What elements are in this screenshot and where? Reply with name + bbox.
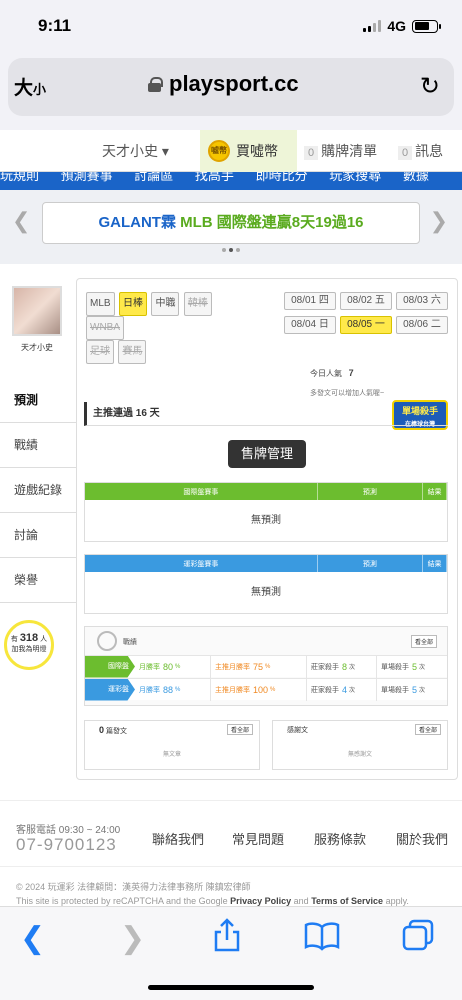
nav-item[interactable]: 即時比分 — [256, 172, 308, 183]
nav-item[interactable]: 預測賽事 — [61, 172, 113, 183]
league-tag[interactable]: MLB — [86, 292, 115, 316]
avatar — [12, 286, 62, 336]
league-tag[interactable]: 韓棒 — [183, 292, 212, 316]
footer-link[interactable]: 服務條款 — [314, 829, 366, 848]
carousel-dots — [222, 248, 240, 252]
record-title: 戰績 — [123, 639, 137, 646]
date-tab[interactable]: 08/06 二 — [396, 316, 448, 334]
share-icon[interactable] — [212, 917, 242, 961]
side-menu-game-log[interactable]: 遊戲紀錄 — [0, 468, 76, 513]
date-tab[interactable]: 08/05 一 — [340, 316, 392, 334]
network-label: 4G — [387, 18, 406, 34]
nav-item[interactable]: 討論區 — [134, 172, 173, 183]
sell-manage-tooltip[interactable]: 售牌管理 — [228, 440, 306, 468]
nav-item[interactable]: 玩家搜尋 — [329, 172, 381, 183]
cart-link[interactable]: 0 購牌清單 — [304, 141, 377, 161]
target-icon — [97, 631, 117, 651]
url-display[interactable]: playsport.cc — [148, 71, 299, 97]
status-icons: 4G — [363, 18, 441, 34]
empty-state: 無預測 — [251, 515, 281, 526]
site-top-nav: 天才小史 ▾ 噓幣 買噓幣 0 購牌清單 0 訊息 — [0, 130, 462, 172]
lock-icon — [148, 76, 163, 92]
footer-legal: © 2024 玩運彩 法律顧問：漢英得力法律事務所 陳鎮宏律師 This sit… — [0, 866, 462, 910]
view-all-button[interactable]: 看全部 — [410, 635, 437, 648]
side-menu-predict[interactable]: 預測 — [0, 378, 76, 423]
record-row: 國際盤 月勝率 80% 主推月勝率 75% 莊家殺手 8 次 單場殺手 5 次 — [85, 655, 447, 678]
chevron-left-icon[interactable]: ❮ — [12, 208, 30, 234]
streak-title: 主推連過 16 天 — [84, 402, 448, 426]
service-hours: 客服電話 09:30 ~ 24:00 — [16, 825, 121, 836]
date-tab[interactable]: 08/04 日 — [284, 316, 336, 334]
posts-box: 0 篇發文 看全部 無文章 — [84, 720, 260, 770]
browser-address-area: 大小 playsport.cc ↻ — [0, 54, 462, 130]
service-phone[interactable]: 07-9700123 — [16, 835, 117, 855]
add-popularity-note: 多發文可以增加人氣喔~ — [310, 390, 385, 397]
side-menu-discuss[interactable]: 討論 — [0, 513, 76, 558]
bookmarks-icon[interactable] — [304, 921, 340, 959]
reload-icon[interactable]: ↻ — [420, 72, 440, 101]
thanks-box: 感謝文 看全部 無感謝文 — [272, 720, 448, 770]
footer-link[interactable]: 關於我們 — [396, 829, 448, 848]
main-nav-strip: 玩規則 預測賽事 討論區 找高手 即時比分 玩家搜尋 數據 — [0, 172, 462, 190]
copyright: © 2024 玩運彩 法律顧問：漢英得力法律事務所 陳鎮宏律師 — [16, 882, 251, 892]
messages-link[interactable]: 0 訊息 — [398, 141, 443, 161]
league-tag[interactable]: 足球 — [86, 340, 114, 364]
signal-icon — [363, 20, 382, 32]
empty-state: 無預測 — [251, 587, 281, 598]
nav-item[interactable]: 數據 — [403, 172, 429, 183]
league-tag[interactable]: WNBA — [86, 316, 124, 340]
view-all-button[interactable]: 看全部 — [226, 724, 253, 735]
promo-banner: ❮ GALANT霖 MLB 國際盤連贏8天19過16 ❯ — [0, 190, 462, 264]
privacy-link[interactable]: Privacy Policy — [230, 896, 291, 906]
popularity: 今日人氣 7 — [310, 368, 354, 378]
side-menu: 預測 戰績 遊戲紀錄 討論 榮譽 — [0, 378, 76, 603]
banner-card[interactable]: GALANT霖 MLB 國際盤連贏8天19過16 — [42, 202, 420, 244]
view-all-button[interactable]: 看全部 — [414, 724, 441, 735]
record-row: 運彩盤 月勝率 88% 主推月勝率 100% 莊家殺手 4 次 單場殺手 5 次 — [85, 678, 447, 701]
text-size-button[interactable]: 大小 — [14, 73, 46, 100]
nav-item[interactable]: 找高手 — [195, 172, 234, 183]
status-time: 9:11 — [38, 16, 72, 35]
home-indicator — [148, 985, 314, 990]
chevron-right-icon[interactable]: ❯ — [430, 208, 448, 234]
coin-icon: 噓幣 — [208, 140, 230, 162]
status-bar: 9:11 4G — [0, 0, 462, 54]
battery-icon — [412, 19, 441, 33]
footer-link[interactable]: 聯絡我們 — [152, 829, 204, 848]
terms-link[interactable]: Terms of Service — [311, 896, 383, 906]
date-tab[interactable]: 08/03 六 — [396, 292, 448, 310]
league-tag[interactable]: 中職 — [151, 292, 180, 316]
profile-name: 天才小史 — [21, 343, 53, 352]
profile-card[interactable]: 天才小史 — [4, 282, 70, 372]
intl-prediction-table: 國際盤賽事 預測 結果 無預測 — [84, 482, 448, 542]
back-icon[interactable]: ❮ — [20, 921, 45, 956]
footer-contact: 客服電話 09:30 ~ 24:00 07-9700123 聯絡我們 常見問題 … — [0, 800, 462, 866]
nav-item[interactable]: 玩規則 — [0, 172, 39, 183]
date-tab[interactable]: 08/01 四 — [284, 292, 336, 310]
date-tab[interactable]: 08/02 五 — [340, 292, 392, 310]
tabs-icon[interactable] — [402, 919, 434, 959]
side-menu-record[interactable]: 戰績 — [0, 423, 76, 468]
recaptcha-note: This site is protected by reCAPTCHA and … — [16, 896, 409, 906]
forward-icon[interactable]: ❯ — [120, 921, 145, 956]
record-box: 戰績 看全部 國際盤 月勝率 80% 主推月勝率 75% 莊家殺手 8 次 單場殺手 5 次… — [84, 626, 448, 706]
side-menu-honor[interactable]: 榮譽 — [0, 558, 76, 603]
fan-count-bulb[interactable]: 有 318 人加我為明燈 — [4, 620, 54, 670]
league-tag[interactable]: 賽馬 — [118, 340, 147, 364]
user-menu[interactable]: 天才小史 ▾ — [102, 141, 169, 161]
league-tag[interactable]: 日棒 — [119, 292, 148, 316]
footer-link[interactable]: 常見問題 — [232, 829, 284, 848]
buy-coins-button[interactable]: 噓幣 買噓幣 — [200, 130, 297, 172]
league-tags: MLB 日棒 中職 韓棒 WNBA 足球 賽馬 — [86, 292, 276, 364]
sport-prediction-table: 運彩盤賽事 預測 結果 無預測 — [84, 554, 448, 614]
